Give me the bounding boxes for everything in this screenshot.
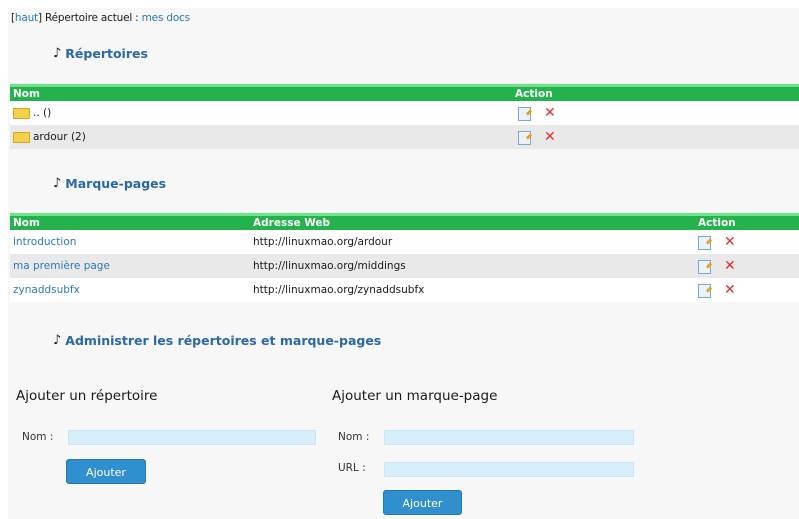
folder-icon <box>13 131 30 143</box>
table-row: ardour (2) ✕ <box>10 125 799 149</box>
delete-icon[interactable]: ✕ <box>544 101 556 125</box>
repertoire-nom-input[interactable] <box>68 430 316 445</box>
music-note-icon: ♪ <box>53 46 62 61</box>
delete-icon[interactable]: ✕ <box>724 278 736 302</box>
marque-page-url-label: URL : <box>338 462 366 474</box>
col-header-adresse: Adresse Web <box>253 217 331 229</box>
bookmark-url: http://linuxmao.org/zynaddsubfx <box>253 284 425 296</box>
col-header-nom: Nom <box>13 88 40 100</box>
table-row: .. () ✕ <box>10 101 799 125</box>
edit-icon[interactable] <box>518 131 531 145</box>
add-repertoire-button[interactable]: Ajouter <box>66 459 146 484</box>
col-header-nom: Nom <box>13 217 40 229</box>
marque-page-nom-input[interactable] <box>384 430 634 445</box>
section-title-repertoires: ♪ Répertoires <box>53 46 148 61</box>
table-row: ma première page http://linuxmao.org/mid… <box>10 254 799 278</box>
folder-name[interactable]: ardour (2) <box>33 131 86 143</box>
edit-icon[interactable] <box>698 260 711 274</box>
add-marque-page-button[interactable]: Ajouter <box>383 490 462 515</box>
music-note-icon: ♪ <box>53 333 62 348</box>
folder-icon <box>13 107 30 119</box>
marque-pages-table: Nom Adresse Web Action introduction http… <box>10 213 799 302</box>
col-header-action: Action <box>515 88 553 100</box>
section-title-marque-pages: ♪ Marque-pages <box>53 176 167 191</box>
bookmark-url: http://linuxmao.org/middings <box>253 260 406 272</box>
add-repertoire-title: Ajouter un répertoire <box>16 388 158 404</box>
table-header: Nom Action <box>10 84 799 101</box>
table-row: introduction http://linuxmao.org/ardour … <box>10 230 799 254</box>
repertoires-table: Nom Action .. () ✕ ardour (2) ✕ <box>10 84 799 149</box>
current-dir-link[interactable]: mes docs <box>142 12 190 24</box>
music-note-icon: ♪ <box>53 176 62 191</box>
bookmark-url: http://linuxmao.org/ardour <box>253 236 393 248</box>
edit-icon[interactable] <box>698 284 711 298</box>
bookmark-name[interactable]: ma première page <box>13 254 110 278</box>
folder-name[interactable]: .. () <box>33 107 51 119</box>
repertoire-nom-label: Nom : <box>22 431 54 443</box>
page: [haut] Répertoire actuel : mes docs ♪ Ré… <box>0 0 799 519</box>
section-title-administrer: ♪ Administrer les répertoires et marque-… <box>53 333 382 348</box>
marque-page-url-input[interactable] <box>384 462 634 477</box>
delete-icon[interactable]: ✕ <box>544 125 556 149</box>
haut-link[interactable]: haut <box>15 12 38 24</box>
edit-icon[interactable] <box>518 107 531 121</box>
delete-icon[interactable]: ✕ <box>724 230 736 254</box>
delete-icon[interactable]: ✕ <box>724 254 736 278</box>
marque-page-nom-label: Nom : <box>338 431 370 443</box>
add-marque-page-title: Ajouter un marque-page <box>332 388 498 404</box>
col-header-action: Action <box>698 217 736 229</box>
breadcrumb: [haut] Répertoire actuel : mes docs <box>11 12 190 24</box>
table-header: Nom Adresse Web Action <box>10 213 799 230</box>
table-row: zynaddsubfx http://linuxmao.org/zynaddsu… <box>10 278 799 302</box>
bookmark-name[interactable]: zynaddsubfx <box>13 278 80 302</box>
edit-icon[interactable] <box>698 236 711 250</box>
current-dir-label: Répertoire actuel : <box>45 12 139 24</box>
bookmark-name[interactable]: introduction <box>13 230 76 254</box>
